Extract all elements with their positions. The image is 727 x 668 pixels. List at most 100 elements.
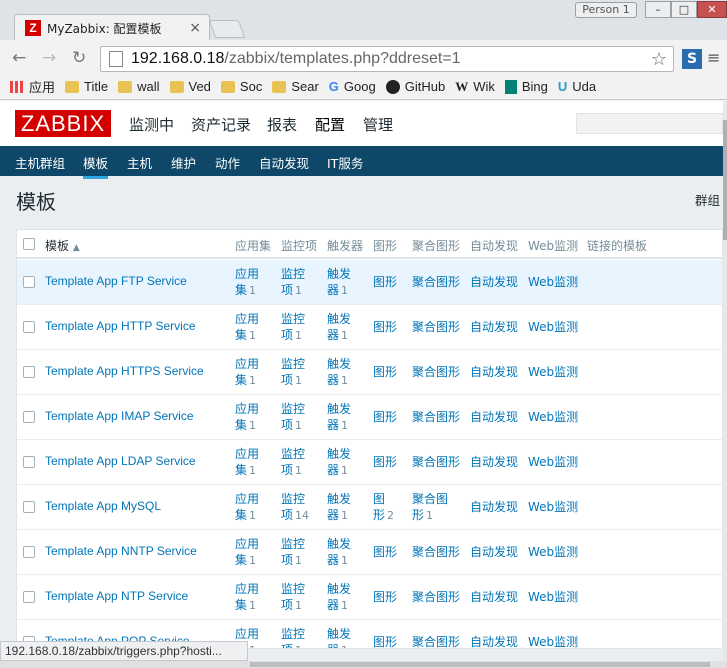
discovery-link[interactable]: 自动发现 (470, 454, 518, 470)
template-name-link[interactable]: Template App HTTPS Service (45, 364, 204, 378)
sub-menu-hosts[interactable]: 主机 (127, 153, 152, 172)
web-link[interactable]: Web监测 (528, 364, 578, 380)
web-link[interactable]: Web监测 (528, 409, 578, 425)
web-link[interactable]: Web监测 (528, 544, 578, 560)
graphs-link[interactable]: 图形 (373, 589, 397, 622)
row-checkbox[interactable] (23, 501, 35, 513)
discovery-link[interactable]: 自动发现 (470, 364, 518, 380)
sub-menu-discovery[interactable]: 自动发现 (259, 153, 309, 172)
graphs-link[interactable]: 图形 (373, 409, 397, 442)
web-link[interactable]: Web监测 (528, 589, 578, 605)
minimize-icon[interactable]: – (645, 1, 671, 18)
applications-link[interactable]: 应用集1 (235, 311, 259, 344)
screens-link[interactable]: 聚合图形 1 (412, 491, 448, 524)
browser-menu-icon[interactable]: ≡ (707, 48, 720, 67)
screens-link[interactable]: 聚合图形 (412, 589, 460, 622)
top-menu-configuration[interactable]: 配置 (315, 114, 345, 135)
graphs-link[interactable]: 图形2 (373, 491, 394, 524)
triggers-link[interactable]: 触发器1 (327, 581, 351, 614)
template-name-link[interactable]: Template App IMAP Service (45, 409, 194, 423)
bookmark-github[interactable]: GitHub (385, 79, 445, 94)
bookmark-sear[interactable]: Sear (272, 79, 319, 94)
web-link[interactable]: Web监测 (528, 274, 578, 290)
template-name-link[interactable]: Template App HTTP Service (45, 319, 196, 333)
triggers-link[interactable]: 触发器1 (327, 491, 351, 524)
graphs-link[interactable]: 图形 (373, 274, 397, 307)
bookmark-goog[interactable]: G Goog (329, 79, 376, 94)
items-link[interactable]: 监控项1 (281, 311, 305, 344)
discovery-link[interactable]: 自动发现 (470, 499, 518, 515)
sub-menu-host-groups[interactable]: 主机群组 (15, 153, 65, 172)
web-link[interactable]: Web监测 (528, 319, 578, 335)
bookmark-title[interactable]: Title (65, 79, 108, 94)
tab-close-icon[interactable]: × (189, 20, 201, 36)
extension-icon[interactable]: S (682, 49, 702, 69)
applications-link[interactable]: 应用集1 (235, 266, 259, 299)
screens-link[interactable]: 聚合图形 (412, 544, 460, 577)
triggers-link[interactable]: 触发器1 (327, 266, 351, 299)
row-checkbox[interactable] (23, 321, 35, 333)
bookmark-wall[interactable]: wall (118, 79, 160, 94)
items-link[interactable]: 监控项1 (281, 266, 305, 299)
web-link[interactable]: Web监测 (528, 499, 578, 515)
template-name-link[interactable]: Template App MySQL (45, 499, 161, 513)
screens-link[interactable]: 聚合图形 (412, 634, 460, 648)
sub-menu-actions[interactable]: 动作 (215, 153, 240, 172)
profile-button[interactable]: Person 1 (575, 2, 637, 18)
screens-link[interactable]: 聚合图形 (412, 364, 460, 397)
web-link[interactable]: Web监测 (528, 454, 578, 470)
select-all-checkbox[interactable] (23, 238, 35, 250)
template-name-link[interactable]: Template App NTP Service (45, 589, 188, 603)
maximize-icon[interactable]: □ (671, 1, 697, 18)
discovery-link[interactable]: 自动发现 (470, 274, 518, 290)
template-name-link[interactable]: Template App NNTP Service (45, 544, 197, 558)
sub-menu-it-services[interactable]: IT服务 (327, 153, 363, 172)
top-menu-reports[interactable]: 报表 (267, 114, 297, 135)
top-menu-administration[interactable]: 管理 (363, 114, 393, 135)
bookmark-star-icon[interactable]: ☆ (651, 49, 667, 70)
back-arrow-icon[interactable]: ← (12, 48, 26, 68)
bookmark-wik[interactable]: W Wik (455, 79, 495, 95)
header-search-input[interactable] (576, 113, 723, 134)
applications-link[interactable]: 应用集1 (235, 536, 259, 569)
row-checkbox[interactable] (23, 546, 35, 558)
applications-link[interactable]: 应用集1 (235, 581, 259, 614)
graphs-link[interactable]: 图形 (373, 364, 397, 397)
template-name-link[interactable]: Template App LDAP Service (45, 454, 196, 468)
graphs-link[interactable]: 图形 (373, 634, 397, 648)
template-name-link[interactable]: Template App FTP Service (45, 274, 187, 288)
applications-link[interactable]: 应用集1 (235, 356, 259, 389)
items-link[interactable]: 监控项1 (281, 446, 305, 479)
applications-link[interactable]: 应用集1 (235, 401, 259, 434)
applications-link[interactable]: 应用集1 (235, 446, 259, 479)
discovery-link[interactable]: 自动发现 (470, 409, 518, 425)
items-link[interactable]: 监控项1 (281, 401, 305, 434)
zabbix-logo[interactable]: ZABBIX (15, 110, 111, 137)
row-checkbox[interactable] (23, 366, 35, 378)
discovery-link[interactable]: 自动发现 (470, 634, 518, 648)
vertical-scrollbar-thumb[interactable] (723, 120, 727, 240)
top-menu-inventory[interactable]: 资产记录 (191, 114, 251, 135)
reload-icon[interactable]: ↻ (72, 48, 86, 68)
bookmark-ved[interactable]: Ved (169, 79, 211, 94)
screens-link[interactable]: 聚合图形 (412, 319, 460, 352)
window-close-icon[interactable]: ✕ (697, 1, 727, 18)
forward-arrow-icon[interactable]: → (42, 48, 56, 68)
bookmark-uda[interactable]: U Uda (558, 79, 596, 94)
triggers-link[interactable]: 触发器1 (327, 536, 351, 569)
triggers-link[interactable]: 触发器1 (327, 356, 351, 389)
items-link[interactable]: 监控项1 (281, 536, 305, 569)
items-link[interactable]: 监控项1 (281, 581, 305, 614)
discovery-link[interactable]: 自动发现 (470, 589, 518, 605)
triggers-link[interactable]: 触发器1 (327, 626, 351, 648)
graphs-link[interactable]: 图形 (373, 544, 397, 577)
items-link[interactable]: 监控项 14 (281, 491, 309, 524)
items-link[interactable]: 监控项1 (281, 356, 305, 389)
triggers-link[interactable]: 触发器1 (327, 311, 351, 344)
column-name-header[interactable]: 模板 ▲ (45, 237, 80, 254)
screens-link[interactable]: 聚合图形 (412, 409, 460, 442)
row-checkbox[interactable] (23, 411, 35, 423)
horizontal-scrollbar-thumb[interactable] (250, 662, 710, 667)
triggers-link[interactable]: 触发器1 (327, 401, 351, 434)
items-link[interactable]: 监控项1 (281, 626, 305, 648)
